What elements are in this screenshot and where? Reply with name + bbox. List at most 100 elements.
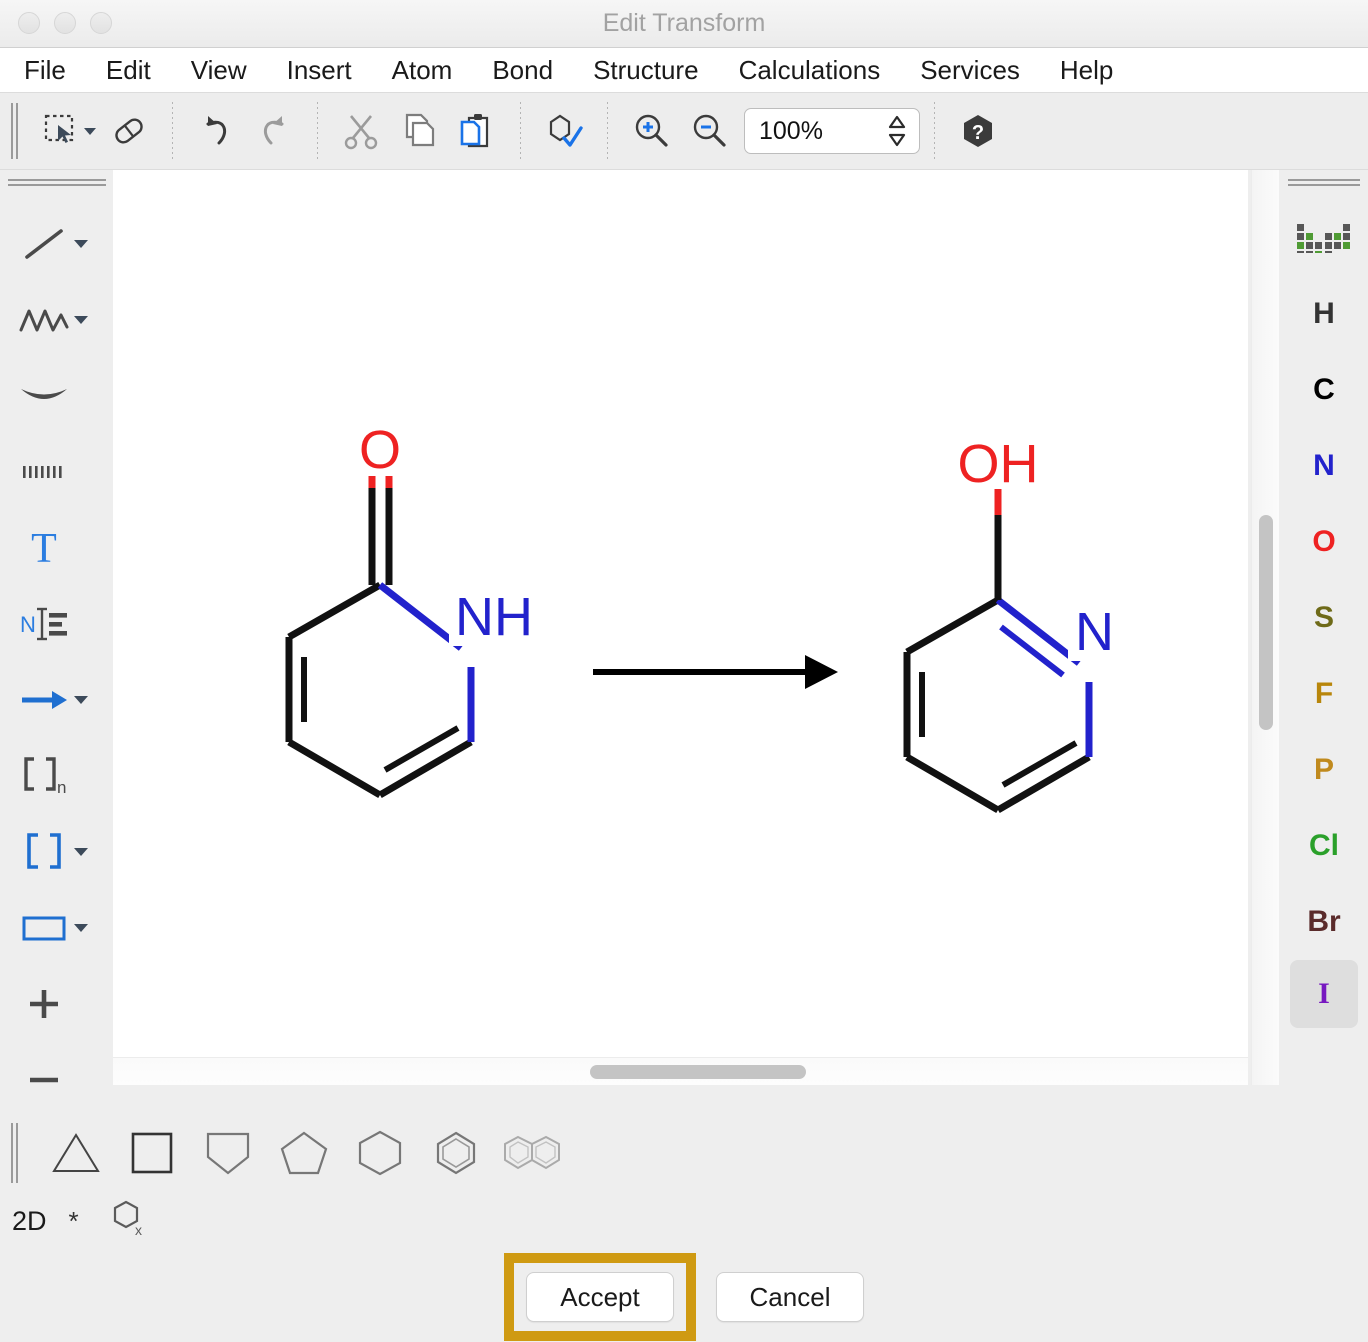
element-palette: H C N O S F P <box>1280 170 1368 1115</box>
copy-button[interactable] <box>390 102 448 160</box>
cut-button[interactable] <box>332 102 390 160</box>
menu-insert[interactable]: Insert <box>267 55 372 86</box>
increase-charge-tool-button[interactable] <box>0 966 113 1042</box>
bracket-tool-caret[interactable] <box>74 848 88 856</box>
toolbar-separator-1 <box>172 102 173 160</box>
structure-canvas[interactable]: O NH <box>113 170 1248 1085</box>
periodic-table-button[interactable] <box>1280 200 1368 276</box>
periodic-table-icon <box>1296 223 1352 253</box>
element-button-H[interactable]: H <box>1280 276 1368 352</box>
canvas-horizontal-scroll-thumb[interactable] <box>590 1065 806 1079</box>
menu-help[interactable]: Help <box>1040 55 1133 86</box>
cyclopropane-template-button[interactable] <box>38 1120 114 1186</box>
menu-file[interactable]: File <box>18 55 86 86</box>
selection-tool-button[interactable] <box>32 102 90 160</box>
svg-text:x: x <box>135 1222 142 1238</box>
rectangle-icon <box>16 911 72 945</box>
single-bond-tool-caret[interactable] <box>74 240 88 248</box>
cancel-button[interactable]: Cancel <box>716 1272 864 1322</box>
menu-structure[interactable]: Structure <box>573 55 719 86</box>
element-button-Cl[interactable]: Cl <box>1280 808 1368 884</box>
atom-label-tool-button[interactable]: N <box>0 586 113 662</box>
canvas-vertical-scrollbar[interactable] <box>1251 170 1279 1085</box>
zoom-level-field[interactable]: 100% <box>744 108 920 154</box>
copy-pages-icon <box>401 112 437 150</box>
zoom-in-button[interactable] <box>622 102 680 160</box>
element-symbol-O: O <box>1312 525 1335 559</box>
element-button-P[interactable]: P <box>1280 732 1368 808</box>
clear-structure-button[interactable]: x <box>109 1199 149 1244</box>
cyclopentane-template-button[interactable] <box>190 1120 266 1186</box>
element-symbol-Cl: Cl <box>1309 829 1339 863</box>
menu-calculations[interactable]: Calculations <box>719 55 901 86</box>
zoom-out-button[interactable] <box>680 102 738 160</box>
element-symbol-C: C <box>1313 373 1335 407</box>
svg-text:N: N <box>20 612 36 637</box>
text-tool-button[interactable]: T <box>0 510 113 586</box>
left-palette-drag-grip[interactable] <box>8 178 106 190</box>
undo-button[interactable] <box>187 102 245 160</box>
decrease-charge-tool-button[interactable] <box>0 1042 113 1118</box>
paste-button[interactable] <box>448 102 506 160</box>
canvas-vertical-scroll-thumb[interactable] <box>1259 515 1273 730</box>
element-button-I[interactable]: I <box>1290 960 1358 1028</box>
wedge-bond-tool-button[interactable] <box>0 358 113 434</box>
canvas-horizontal-scrollbar[interactable] <box>113 1057 1248 1085</box>
reaction-arrow-tool-caret[interactable] <box>74 696 88 704</box>
check-structure-button[interactable] <box>535 102 593 160</box>
modified-indicator: * <box>69 1208 79 1234</box>
toolbar-separator-5 <box>934 102 935 160</box>
single-bond-tool-button[interactable] <box>0 206 113 282</box>
ring-bar-drag-grip[interactable] <box>8 1123 22 1183</box>
reaction-arrow-tool-button[interactable] <box>0 662 113 738</box>
repeat-group-tool-button[interactable]: n <box>0 738 113 814</box>
cyclopentadiene-template-button[interactable] <box>266 1120 342 1186</box>
menu-bar: File Edit View Insert Atom Bond Structur… <box>0 48 1368 93</box>
menu-view[interactable]: View <box>171 55 267 86</box>
naphthalene-icon <box>498 1129 566 1177</box>
naphthalene-template-button[interactable] <box>494 1120 570 1186</box>
reactant-nh-label: NH <box>455 587 533 647</box>
magnifier-plus-icon <box>632 112 670 150</box>
menu-atom[interactable]: Atom <box>372 55 473 86</box>
menu-edit[interactable]: Edit <box>86 55 171 86</box>
window-title: Edit Transform <box>0 9 1368 38</box>
main-toolbar: 100% ? <box>0 93 1368 170</box>
benzene-template-button[interactable] <box>418 1120 494 1186</box>
menu-services[interactable]: Services <box>900 55 1040 86</box>
chain-tool-button[interactable] <box>0 282 113 358</box>
element-button-S[interactable]: S <box>1280 580 1368 656</box>
right-palette-drag-grip[interactable] <box>1288 178 1360 190</box>
text-T-icon: T <box>16 526 72 570</box>
chain-tool-caret[interactable] <box>74 316 88 324</box>
selection-tool-caret[interactable] <box>84 128 96 135</box>
rectangle-tool-button[interactable] <box>0 890 113 966</box>
menu-bond[interactable]: Bond <box>472 55 573 86</box>
element-button-C[interactable]: C <box>1280 352 1368 428</box>
title-bar: Edit Transform <box>0 0 1368 48</box>
help-button[interactable]: ? <box>949 102 1007 160</box>
product-n-label: N <box>1075 602 1114 662</box>
hash-bond-tool-button[interactable] <box>0 434 113 510</box>
element-button-N[interactable]: N <box>1280 428 1368 504</box>
element-button-Br[interactable]: Br <box>1280 884 1368 960</box>
benzene-icon <box>430 1129 482 1177</box>
rectangle-tool-caret[interactable] <box>74 924 88 932</box>
zoom-stepper[interactable] <box>887 114 907 148</box>
element-button-O[interactable]: O <box>1280 504 1368 580</box>
redo-button[interactable] <box>245 102 303 160</box>
scissors-icon <box>343 112 379 150</box>
element-symbol-S: S <box>1314 601 1334 635</box>
drawing-tool-palette: T N <box>0 170 113 1115</box>
accept-button[interactable]: Accept <box>526 1272 674 1322</box>
eraser-tool-button[interactable] <box>100 102 158 160</box>
element-button-F[interactable]: F <box>1280 656 1368 732</box>
bracket-n-icon: n <box>16 753 72 799</box>
cyclobutane-template-button[interactable] <box>114 1120 190 1186</box>
cyclohexane-template-button[interactable] <box>342 1120 418 1186</box>
bracket-tool-button[interactable] <box>0 814 113 890</box>
toolbar-drag-grip[interactable] <box>8 103 22 159</box>
hashed-bond-icon <box>16 461 72 483</box>
cyclopentane-icon <box>202 1129 254 1177</box>
redo-arrow-icon <box>255 112 293 150</box>
